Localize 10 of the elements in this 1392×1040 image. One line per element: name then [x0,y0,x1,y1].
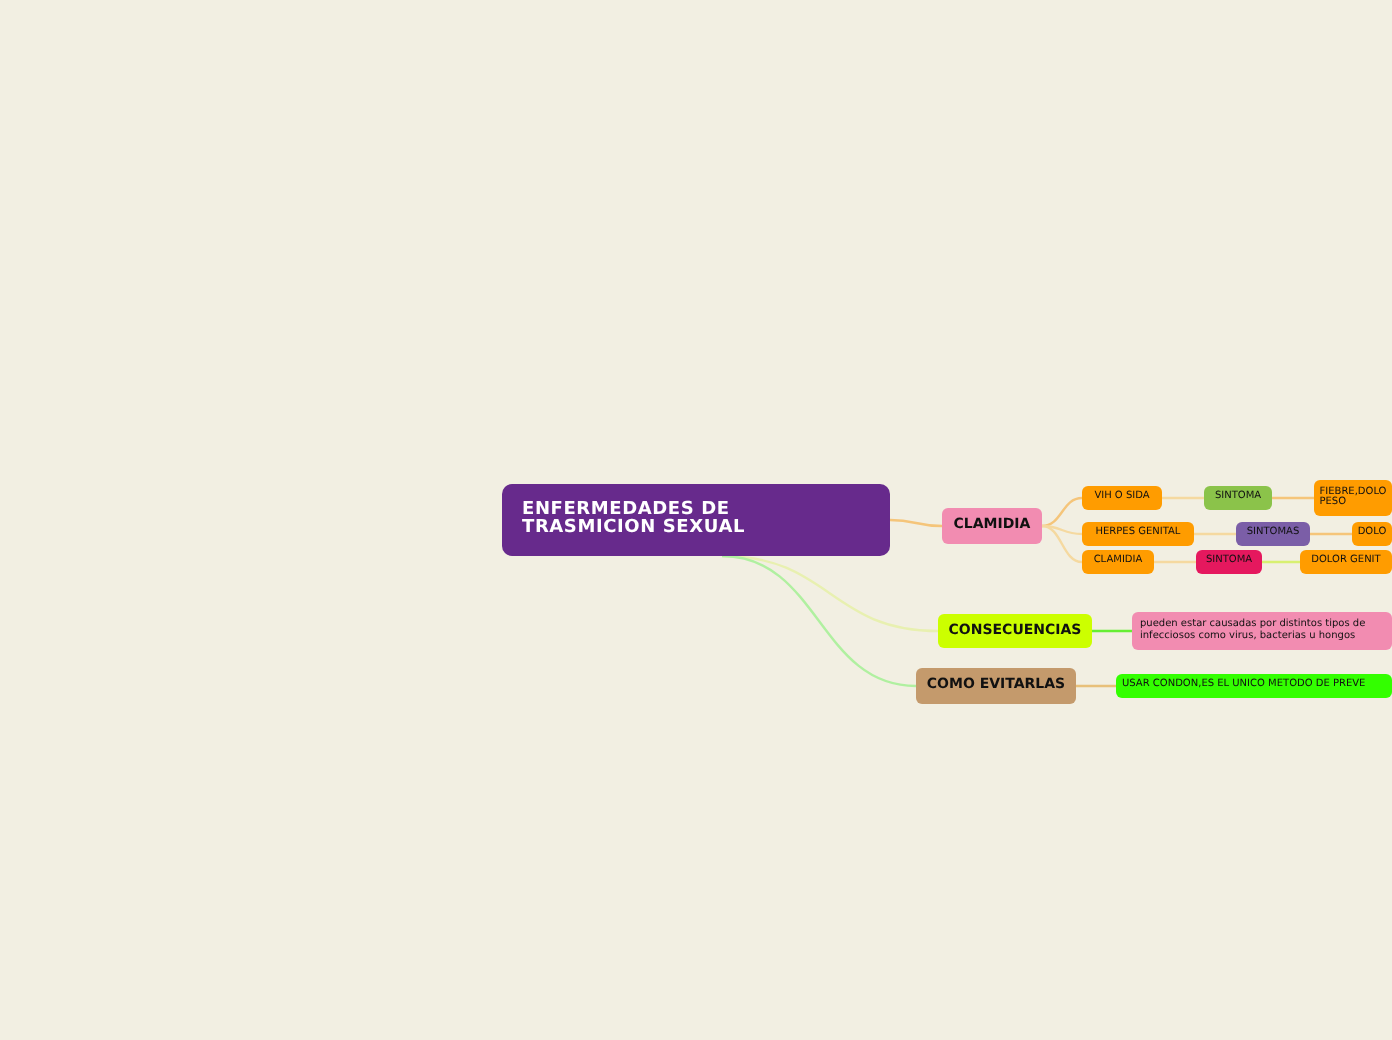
connector-line [1162,496,1204,500]
connector-line [1272,496,1314,500]
connector-line [1262,560,1300,564]
connector-line [889,518,943,528]
central-topic[interactable]: ENFERMEDADES DE TRASMICION SEXUAL [502,484,890,556]
connector-line [1076,684,1116,688]
connector-line [1194,532,1236,536]
connector-line [1154,560,1196,564]
connector-line [1310,532,1352,536]
connector-line [1092,629,1132,633]
